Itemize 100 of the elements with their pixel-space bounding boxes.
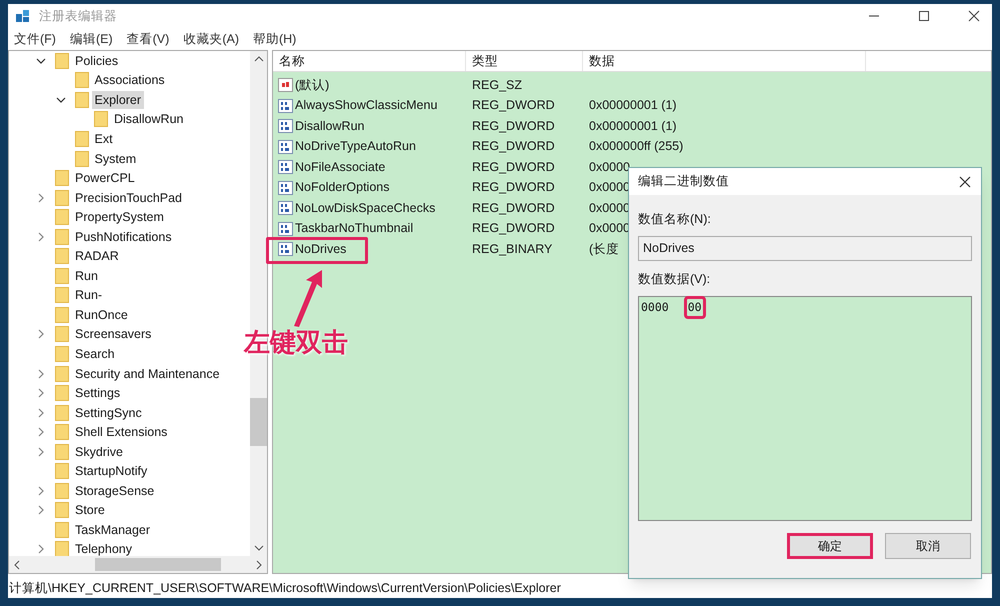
tree-item[interactable]: Ext bbox=[92, 130, 116, 148]
expand-chevron-icon[interactable] bbox=[36, 505, 46, 516]
menu-item[interactable]: 编辑(E) bbox=[70, 30, 113, 48]
value-name[interactable]: NoDrives bbox=[295, 240, 346, 259]
value-data-field[interactable]: 0000 00 bbox=[638, 296, 972, 520]
expand-chevron-icon[interactable] bbox=[36, 408, 46, 418]
expand-chevron-icon[interactable] bbox=[36, 388, 46, 398]
tree-item[interactable]: Run bbox=[72, 266, 101, 285]
folder-icon bbox=[94, 111, 108, 128]
expand-chevron-icon[interactable] bbox=[36, 486, 46, 496]
tree-item[interactable]: PropertySystem bbox=[72, 208, 167, 226]
tree-item[interactable]: Run- bbox=[72, 286, 106, 304]
folder-icon bbox=[74, 92, 88, 108]
value-name[interactable]: NoFolderOptions bbox=[295, 178, 390, 198]
binary-value-icon bbox=[278, 119, 293, 134]
tree-item[interactable]: PushNotifications bbox=[72, 228, 175, 246]
tree-item[interactable]: Store bbox=[72, 501, 108, 520]
tree-item[interactable]: PrecisionTouchPad bbox=[72, 188, 186, 207]
tree-item[interactable]: DisallowRun bbox=[111, 110, 186, 128]
folder-icon bbox=[55, 190, 69, 206]
string-value-icon bbox=[278, 78, 293, 92]
tree-item[interactable]: Associations bbox=[92, 71, 168, 90]
value-name-field[interactable]: NoDrives bbox=[638, 236, 972, 261]
horizontal-scrollbar[interactable] bbox=[9, 556, 267, 573]
value-name[interactable]: (默认) bbox=[295, 76, 330, 95]
folder-icon bbox=[55, 326, 69, 342]
menu-item[interactable]: 收藏夹(A) bbox=[183, 30, 239, 48]
tree-item[interactable]: PowerCPL bbox=[72, 169, 138, 188]
tree-item[interactable]: Shell Extensions bbox=[72, 423, 170, 442]
folder-icon bbox=[74, 150, 88, 166]
menu-item[interactable]: 查看(V) bbox=[126, 30, 170, 48]
tree-item[interactable]: RunOnce bbox=[72, 306, 131, 324]
expand-chevron-icon[interactable] bbox=[36, 329, 46, 340]
tree-item[interactable]: Policies bbox=[72, 52, 122, 70]
value-name[interactable]: TaskbarNoThumbnail bbox=[295, 219, 414, 238]
close-icon[interactable] bbox=[968, 10, 980, 22]
folder-icon bbox=[55, 306, 69, 323]
table-cell-text: REG_DWORD bbox=[471, 200, 556, 217]
tree-item[interactable]: SettingSync bbox=[72, 404, 145, 422]
tree-item[interactable]: RADAR bbox=[72, 247, 122, 266]
value-name[interactable]: NoLowDiskSpaceChecks bbox=[295, 198, 436, 218]
expand-chevron-icon[interactable] bbox=[36, 368, 46, 379]
expand-chevron-icon[interactable] bbox=[36, 446, 46, 457]
expand-chevron-icon[interactable] bbox=[36, 427, 46, 438]
scrollbar-thumb[interactable] bbox=[95, 558, 221, 571]
tree-item[interactable]: StartupNotify bbox=[72, 462, 150, 480]
table-cell-text: REG_DWORD bbox=[471, 138, 556, 156]
value-name[interactable]: NoFileAssociate bbox=[295, 158, 386, 177]
folder-icon bbox=[55, 170, 69, 186]
folder-icon bbox=[55, 248, 69, 264]
table-cell-text: 0x000000ff (255) bbox=[588, 138, 684, 156]
tree-item[interactable]: Search bbox=[72, 344, 118, 363]
menu-item[interactable]: 帮助(H) bbox=[252, 30, 296, 48]
binary-value-icon bbox=[278, 201, 293, 216]
folder-icon bbox=[55, 463, 69, 480]
tree-item[interactable]: Settings bbox=[72, 384, 124, 402]
column-header[interactable]: 名称 bbox=[273, 51, 466, 71]
folder-icon bbox=[55, 482, 69, 499]
table-cell-text: REG_SZ bbox=[471, 76, 524, 94]
tree-item[interactable]: Screensavers bbox=[72, 325, 154, 344]
tree-item[interactable]: StorageSense bbox=[72, 482, 158, 500]
dialog-button[interactable]: 确定 bbox=[787, 532, 873, 558]
dialog-button[interactable]: 取消 bbox=[885, 532, 971, 558]
expand-chevron-icon[interactable] bbox=[36, 544, 46, 554]
value-name[interactable]: DisallowRun bbox=[295, 116, 364, 136]
close-icon[interactable] bbox=[959, 176, 971, 188]
table-cell-text: (长度 bbox=[588, 240, 620, 258]
folder-icon bbox=[55, 385, 69, 402]
binary-value-icon bbox=[278, 180, 293, 195]
folder-icon bbox=[55, 228, 69, 245]
tree-item[interactable]: Explorer bbox=[92, 90, 144, 109]
folder-icon bbox=[55, 52, 69, 69]
expand-chevron-icon[interactable] bbox=[36, 192, 46, 203]
binary-value-icon bbox=[278, 242, 293, 256]
column-header[interactable]: 数据 bbox=[583, 51, 866, 71]
folder-icon bbox=[74, 72, 88, 88]
field-label: 数值数据(V): bbox=[638, 270, 712, 288]
table-cell-text: REG_DWORD bbox=[471, 158, 556, 176]
table-cell-text: REG_DWORD bbox=[471, 118, 556, 135]
column-header[interactable]: 类型 bbox=[466, 51, 583, 71]
table-cell-text: REG_DWORD bbox=[471, 179, 556, 196]
tree-item[interactable]: TaskManager bbox=[72, 520, 154, 539]
maximize-icon[interactable] bbox=[918, 10, 930, 22]
value-name[interactable]: AlwaysShowClassicMenu bbox=[295, 96, 438, 116]
table-cell-text: REG_BINARY bbox=[471, 240, 554, 258]
byte-text: 00 bbox=[686, 298, 703, 316]
tree-item[interactable]: Telephony bbox=[72, 540, 135, 556]
collapse-chevron-icon[interactable] bbox=[56, 94, 66, 105]
window-title: 注册表编辑器 bbox=[39, 8, 117, 25]
folder-icon bbox=[55, 366, 69, 382]
folder-icon bbox=[55, 444, 69, 460]
expand-chevron-icon[interactable] bbox=[36, 232, 46, 242]
tree-item[interactable]: Security and Maintenance bbox=[72, 364, 223, 383]
binary-value-icon bbox=[278, 140, 293, 154]
scrollbar-thumb[interactable] bbox=[250, 398, 267, 446]
menu-item[interactable]: 文件(F) bbox=[14, 30, 56, 48]
tree-item[interactable]: System bbox=[92, 150, 140, 168]
tree-item[interactable]: Skydrive bbox=[72, 442, 126, 461]
collapse-chevron-icon[interactable] bbox=[36, 56, 46, 66]
value-name[interactable]: NoDriveTypeAutoRun bbox=[295, 137, 416, 156]
